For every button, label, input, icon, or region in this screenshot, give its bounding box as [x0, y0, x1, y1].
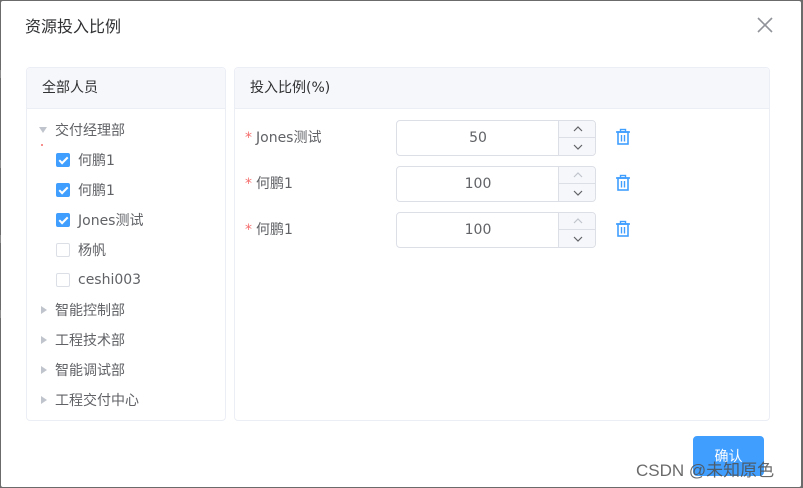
close-button[interactable]: [753, 13, 777, 37]
member-name: Jones测试: [256, 130, 322, 146]
resource-ratio-dialog: 资源投入比例 全部人员 交付经理部 何鹏1 何鹏1 Jones测试 杨帆 ces…: [1, 1, 801, 487]
ratio-input-value[interactable]: 50: [397, 121, 559, 155]
chevron-down-icon: [573, 190, 582, 196]
member-name: 何鹏1: [256, 222, 293, 238]
ratio-stepper: [558, 213, 596, 247]
personnel-panel-header: 全部人员: [27, 68, 225, 109]
caret-right-icon[interactable]: [41, 336, 47, 344]
tree-member-label: 何鹏1: [78, 153, 115, 169]
tree-group[interactable]: 智能控制部: [39, 298, 125, 322]
tree-group[interactable]: 智能调试部: [39, 358, 125, 382]
member-checkbox[interactable]: [56, 243, 70, 257]
ratio-input[interactable]: 100: [396, 212, 596, 248]
ratio-row-label: * 何鹏1: [245, 212, 293, 248]
trash-icon: [616, 174, 630, 191]
increase-button[interactable]: [559, 167, 596, 184]
ratio-row: * Jones测试 50: [235, 120, 769, 156]
tree-group-label: 工程技术部: [55, 333, 125, 349]
decrease-button[interactable]: [559, 184, 596, 201]
tree-group[interactable]: 工程技术部: [39, 328, 125, 352]
tree-group-label: 智能调试部: [55, 363, 125, 379]
tree-member-label: ceshi003: [78, 272, 142, 288]
tree-member[interactable]: 何鹏1: [56, 148, 115, 172]
delete-row-button[interactable]: [613, 173, 633, 193]
ratio-stepper: [558, 121, 596, 155]
required-mark: *: [245, 176, 252, 192]
tree-group[interactable]: 工程交付中心: [39, 388, 139, 412]
required-mark: *: [245, 222, 252, 238]
watermark: CSDN @未知原色: [636, 461, 775, 480]
ratio-input-value[interactable]: 100: [397, 213, 559, 247]
ratio-row-label: * 何鹏1: [245, 166, 293, 202]
caret-down-icon[interactable]: [39, 127, 47, 133]
decrease-button[interactable]: [559, 138, 596, 155]
chevron-up-icon: [573, 126, 582, 132]
tree-member-label: Jones测试: [78, 213, 144, 229]
member-name: 何鹏1: [256, 176, 293, 192]
tree-member[interactable]: 杨帆: [56, 238, 106, 262]
member-checkbox[interactable]: [56, 183, 70, 197]
chevron-up-icon: [573, 218, 582, 224]
tree-member[interactable]: Jones测试: [56, 208, 143, 232]
close-icon: [757, 17, 773, 33]
caret-right-icon[interactable]: [41, 396, 47, 404]
tree-group-交付经理部[interactable]: 交付经理部: [39, 118, 125, 142]
ratio-stepper: [558, 167, 596, 201]
ratio-row: * 何鹏1 100: [235, 212, 769, 248]
chevron-up-icon: [573, 172, 582, 178]
decrease-button[interactable]: [559, 230, 596, 247]
ratio-row: * 何鹏1 100: [235, 166, 769, 202]
tree-group-label: 交付经理部: [55, 123, 125, 139]
chevron-down-icon: [573, 144, 582, 150]
trash-icon: [616, 220, 630, 237]
required-mark: *: [245, 130, 252, 146]
ratio-panel-header: 投入比例(%): [235, 68, 769, 109]
increase-button[interactable]: [559, 121, 596, 138]
tree-member-label: 杨帆: [78, 243, 106, 259]
tree-member-label: 何鹏1: [78, 183, 115, 199]
caret-right-icon[interactable]: [41, 306, 47, 314]
member-checkbox[interactable]: [56, 273, 70, 287]
ratio-panel: 投入比例(%) * Jones测试 50 * 何鹏1 100 * 何鹏1 100: [234, 67, 770, 421]
delete-row-button[interactable]: [613, 219, 633, 239]
focus-dot: [41, 144, 43, 146]
ratio-input-value[interactable]: 100: [397, 167, 559, 201]
increase-button[interactable]: [559, 213, 596, 230]
tree-group-label: 工程交付中心: [55, 393, 139, 409]
tree-member[interactable]: ceshi003: [56, 268, 141, 292]
tree-member[interactable]: 何鹏1: [56, 178, 115, 202]
ratio-input[interactable]: 50: [396, 120, 596, 156]
tree-group-label: 智能控制部: [55, 303, 125, 319]
caret-right-icon[interactable]: [41, 366, 47, 374]
chevron-down-icon: [573, 236, 582, 242]
ratio-input[interactable]: 100: [396, 166, 596, 202]
member-checkbox[interactable]: [56, 153, 70, 167]
dialog-title: 资源投入比例: [25, 17, 122, 36]
trash-icon: [616, 128, 630, 145]
personnel-panel: 全部人员 交付经理部 何鹏1 何鹏1 Jones测试 杨帆 ceshi003 智…: [26, 67, 226, 421]
delete-row-button[interactable]: [613, 127, 633, 147]
ratio-row-label: * Jones测试: [245, 120, 321, 156]
member-checkbox[interactable]: [56, 213, 70, 227]
